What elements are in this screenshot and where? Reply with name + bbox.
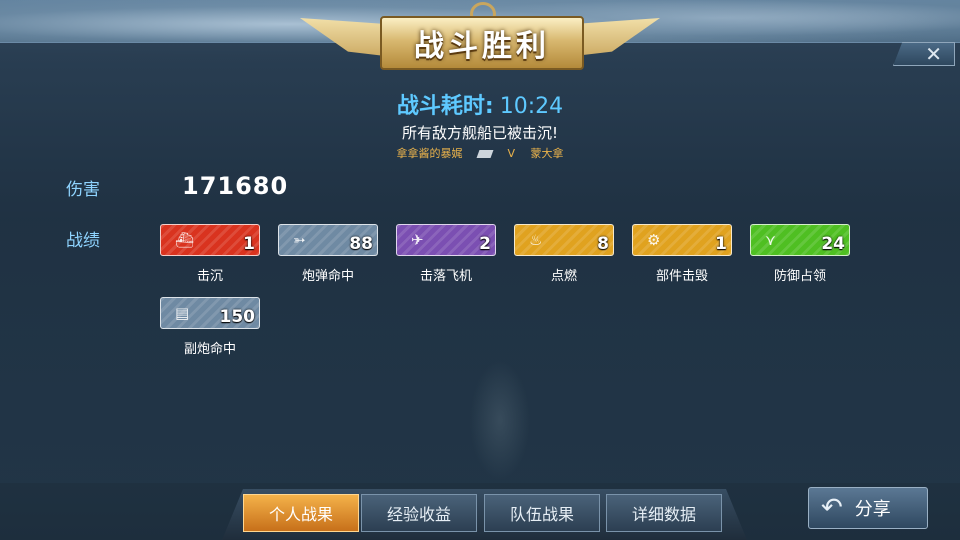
stat-tile: ▤ 150	[160, 297, 260, 329]
player-name: 拿拿酱的暴娓	[396, 147, 463, 160]
stat-count: 88	[349, 234, 373, 254]
fire-icon: ♨	[529, 231, 543, 249]
matchup: 拿拿酱的暴娓 V 蒙大拿	[0, 145, 960, 161]
battle-time-label: 战斗耗时:	[396, 94, 494, 119]
stat-count: 2	[479, 234, 491, 254]
tab-detailed-data[interactable]: 详细数据	[606, 494, 722, 532]
stat-badge: ⛴ 1 击沉	[160, 224, 260, 284]
stat-caption: 击沉	[196, 269, 223, 284]
share-button[interactable]: ↶ 分享	[808, 487, 928, 529]
close-icon: ✕	[925, 42, 942, 66]
damage-label: 伤害	[66, 180, 100, 200]
vs-label: V	[507, 147, 516, 160]
stat-count: 150	[219, 307, 256, 327]
stats-label: 战绩	[66, 231, 100, 251]
victory-title: 战斗胜利	[380, 16, 584, 70]
stat-badge: ♨ 8 点燃	[514, 224, 614, 284]
stat-badge: ➳ 88 炮弹命中	[278, 224, 378, 284]
stat-tile: ➳ 88	[278, 224, 378, 256]
stat-count: 1	[715, 234, 727, 254]
opponent-name: 蒙大拿	[530, 147, 564, 160]
stat-caption: 击落飞机	[419, 269, 472, 284]
stat-badge: ▤ 150 副炮命中	[160, 297, 260, 357]
secondary-gun-icon: ▤	[175, 304, 190, 322]
tab-personal-results[interactable]: 个人战果	[243, 494, 359, 532]
stat-tile: ⚙ 1	[632, 224, 732, 256]
stat-count: 8	[597, 234, 609, 254]
stat-count: 24	[821, 234, 845, 254]
shell-hit-icon: ➳	[293, 231, 306, 249]
damage-value: 171680	[182, 172, 289, 200]
stat-badge: ⋎ 24 防御占领	[750, 224, 850, 284]
defense-chevron-icon: ⋎	[765, 231, 776, 249]
stat-count: 1	[243, 234, 255, 254]
stat-caption: 副炮命中	[183, 342, 236, 357]
result-message: 所有敌方舰船已被击沉!	[401, 124, 558, 142]
plane-shot-icon: ✈	[411, 231, 424, 249]
share-label: 分享	[854, 499, 891, 520]
sink-ship-icon: ⛴	[175, 231, 195, 249]
player-ship-icon	[476, 150, 494, 158]
close-button[interactable]: ✕	[893, 42, 955, 66]
ship-silhouette	[470, 360, 530, 480]
tab-experience[interactable]: 经验收益	[361, 494, 477, 532]
tab-team-results[interactable]: 队伍战果	[484, 494, 600, 532]
share-arrow-icon: ↶	[821, 493, 843, 523]
stat-tile: ♨ 8	[514, 224, 614, 256]
stat-caption: 部件击毁	[655, 269, 708, 284]
stat-caption: 点燃	[550, 269, 577, 284]
victory-banner: 战斗胜利	[300, 2, 660, 70]
stat-badge: ✈ 2 击落飞机	[396, 224, 496, 284]
stat-caption: 防御占领	[773, 269, 826, 284]
stat-tile: ✈ 2	[396, 224, 496, 256]
stat-badge: ⚙ 1 部件击毁	[632, 224, 732, 284]
battle-time-value: 10:24	[499, 94, 564, 119]
gear-broken-icon: ⚙	[647, 231, 661, 249]
stat-caption: 炮弹命中	[301, 269, 354, 284]
stat-tile: ⛴ 1	[160, 224, 260, 256]
stat-tile: ⋎ 24	[750, 224, 850, 256]
battle-time: 战斗耗时: 10:24	[0, 88, 960, 120]
